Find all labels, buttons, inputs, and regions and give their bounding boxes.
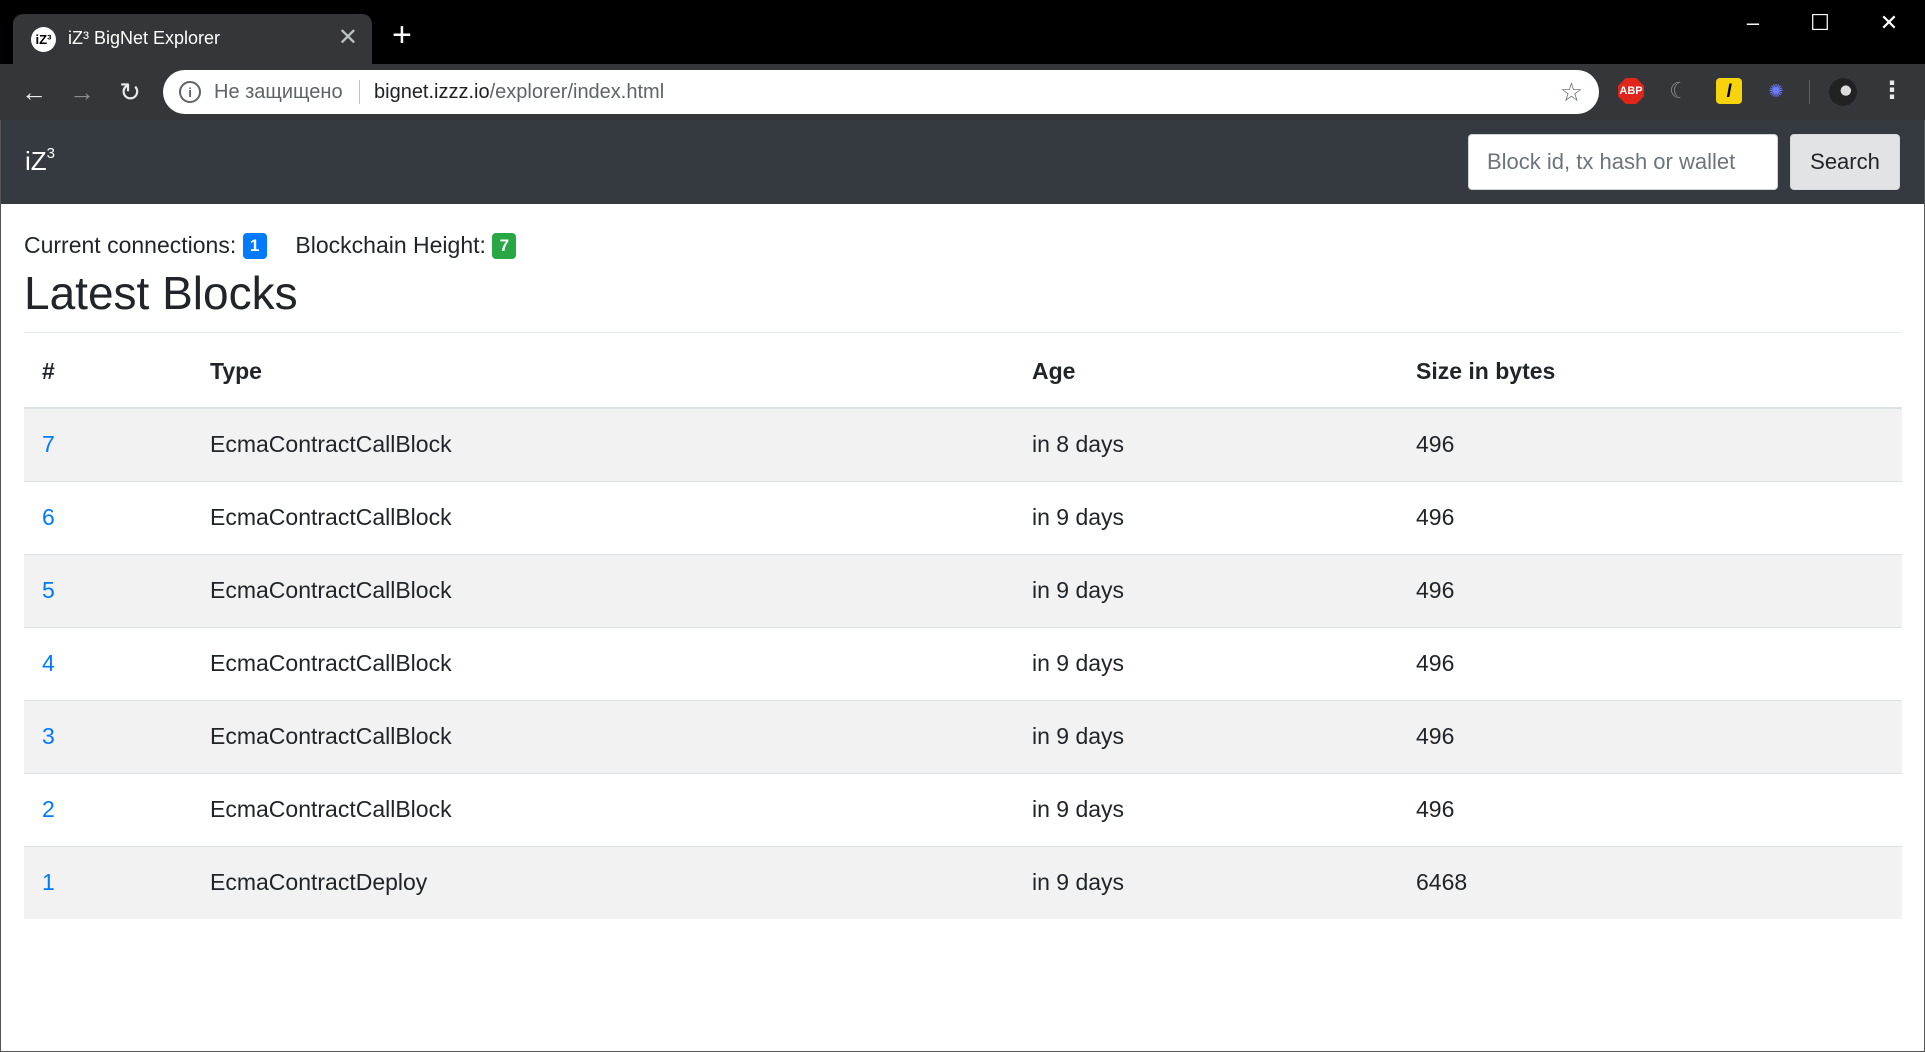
cell-size: 496 [1398, 626, 1902, 700]
star-icon[interactable]: ☆ [1560, 77, 1583, 108]
close-icon[interactable]: ✕ [338, 24, 358, 52]
cell-id: 1 [24, 845, 192, 919]
adblock-extension-icon[interactable]: ABP [1618, 78, 1644, 104]
back-icon[interactable]: ← [16, 74, 52, 110]
cell-size: 496 [1398, 699, 1902, 773]
brand-logo[interactable]: iZ3 [25, 145, 56, 177]
cell-size: 496 [1398, 772, 1902, 846]
web-extension-icon[interactable]: ✺ [1763, 78, 1789, 104]
block-link[interactable]: 6 [42, 504, 55, 530]
block-link[interactable]: 4 [42, 650, 55, 676]
cell-type: EcmaContractCallBlock [192, 626, 1014, 700]
cell-age: in 9 days [1014, 845, 1398, 919]
browser-toolbar: ← → ↻ i Не защищено bignet.izzz.io/explo… [0, 64, 1925, 120]
block-link[interactable]: 3 [42, 723, 55, 749]
block-link[interactable]: 7 [42, 431, 55, 457]
reload-icon[interactable]: ↻ [112, 74, 148, 110]
cell-type: EcmaContractCallBlock [192, 407, 1014, 481]
cell-size: 496 [1398, 553, 1902, 627]
address-bar[interactable]: i Не защищено bignet.izzz.io/explorer/in… [163, 70, 1599, 114]
window-close-icon[interactable]: ✕ [1869, 10, 1909, 36]
table-row: 3 EcmaContractCallBlock in 9 days 496 [24, 699, 1902, 773]
table-row: 6 EcmaContractCallBlock in 9 days 496 [24, 480, 1902, 554]
divider [24, 332, 1902, 333]
brand-sup: 3 [46, 145, 56, 163]
cell-id: 5 [24, 553, 192, 627]
moon-extension-icon[interactable]: ☾ [1666, 78, 1692, 104]
menu-icon[interactable]: ⋮ [1880, 76, 1904, 105]
cell-age: in 8 days [1014, 407, 1398, 481]
site-navbar: iZ3 Search [1, 120, 1924, 204]
forward-icon[interactable]: → [64, 74, 100, 110]
table-row: 7 EcmaContractCallBlock in 8 days 496 [24, 407, 1902, 481]
plus-icon[interactable]: + [392, 18, 412, 52]
cell-type: EcmaContractCallBlock [192, 772, 1014, 846]
table-header-row: # Type Age Size in bytes [24, 335, 1902, 409]
cell-age: in 9 days [1014, 553, 1398, 627]
cell-size: 6468 [1398, 845, 1902, 919]
browser-tab[interactable]: iZ³ iZ³ BigNet Explorer ✕ [13, 14, 372, 64]
cell-id: 7 [24, 407, 192, 481]
height-badge: 7 [492, 233, 517, 259]
url-divider [359, 80, 360, 104]
cell-id: 3 [24, 699, 192, 773]
column-header-age: Age [1014, 335, 1398, 409]
cell-age: in 9 days [1014, 480, 1398, 554]
maximize-icon[interactable]: ☐ [1800, 10, 1840, 36]
cell-id: 6 [24, 480, 192, 554]
cell-type: EcmaContractDeploy [192, 845, 1014, 919]
network-stats: Current connections: 1 Blockchain Height… [24, 232, 517, 259]
info-icon[interactable]: i [179, 81, 201, 103]
cell-type: EcmaContractCallBlock [192, 699, 1014, 773]
profile-avatar[interactable] [1829, 78, 1857, 106]
url-path: /explorer/index.html [489, 81, 665, 103]
search-button[interactable]: Search [1790, 134, 1900, 190]
minimize-icon[interactable]: – [1733, 10, 1773, 36]
column-header-type: Type [192, 335, 1014, 409]
cell-id: 2 [24, 772, 192, 846]
column-header-size: Size in bytes [1398, 335, 1902, 409]
security-indicator[interactable]: Не защищено [214, 81, 343, 104]
page-title: Latest Blocks [24, 267, 298, 319]
table-row: 5 EcmaContractCallBlock in 9 days 496 [24, 553, 1902, 627]
cell-age: in 9 days [1014, 699, 1398, 773]
l-extension-icon[interactable]: l [1716, 78, 1742, 104]
tab-favicon-icon: iZ³ [31, 27, 56, 52]
block-link[interactable]: 5 [42, 577, 55, 603]
cell-id: 4 [24, 626, 192, 700]
cell-type: EcmaContractCallBlock [192, 480, 1014, 554]
cell-age: in 9 days [1014, 772, 1398, 846]
connections-label: Current connections: [24, 232, 237, 258]
toolbar-divider [1809, 80, 1810, 104]
table-row: 2 EcmaContractCallBlock in 9 days 496 [24, 772, 1902, 846]
cell-age: in 9 days [1014, 626, 1398, 700]
connections-badge: 1 [242, 233, 267, 259]
tab-title: iZ³ BigNet Explorer [68, 28, 221, 48]
table-row: 1 EcmaContractDeploy in 9 days 6468 [24, 845, 1902, 919]
cell-type: EcmaContractCallBlock [192, 553, 1014, 627]
block-link[interactable]: 1 [42, 869, 55, 895]
url-host: bignet.izzz.io [374, 81, 490, 103]
table-row: 4 EcmaContractCallBlock in 9 days 496 [24, 626, 1902, 700]
browser-titlebar: iZ³ iZ³ BigNet Explorer ✕ + – ☐ ✕ [0, 0, 1925, 64]
block-link[interactable]: 2 [42, 796, 55, 822]
cell-size: 496 [1398, 480, 1902, 554]
search-input[interactable] [1468, 134, 1778, 190]
cell-size: 496 [1398, 407, 1902, 481]
height-label: Blockchain Height: [295, 232, 486, 258]
brand-text: iZ [25, 146, 47, 176]
column-header-number: # [24, 335, 192, 409]
blocks-table: # Type Age Size in bytes 7 EcmaContractC… [24, 335, 1902, 919]
url-text[interactable]: bignet.izzz.io/explorer/index.html [374, 81, 664, 104]
